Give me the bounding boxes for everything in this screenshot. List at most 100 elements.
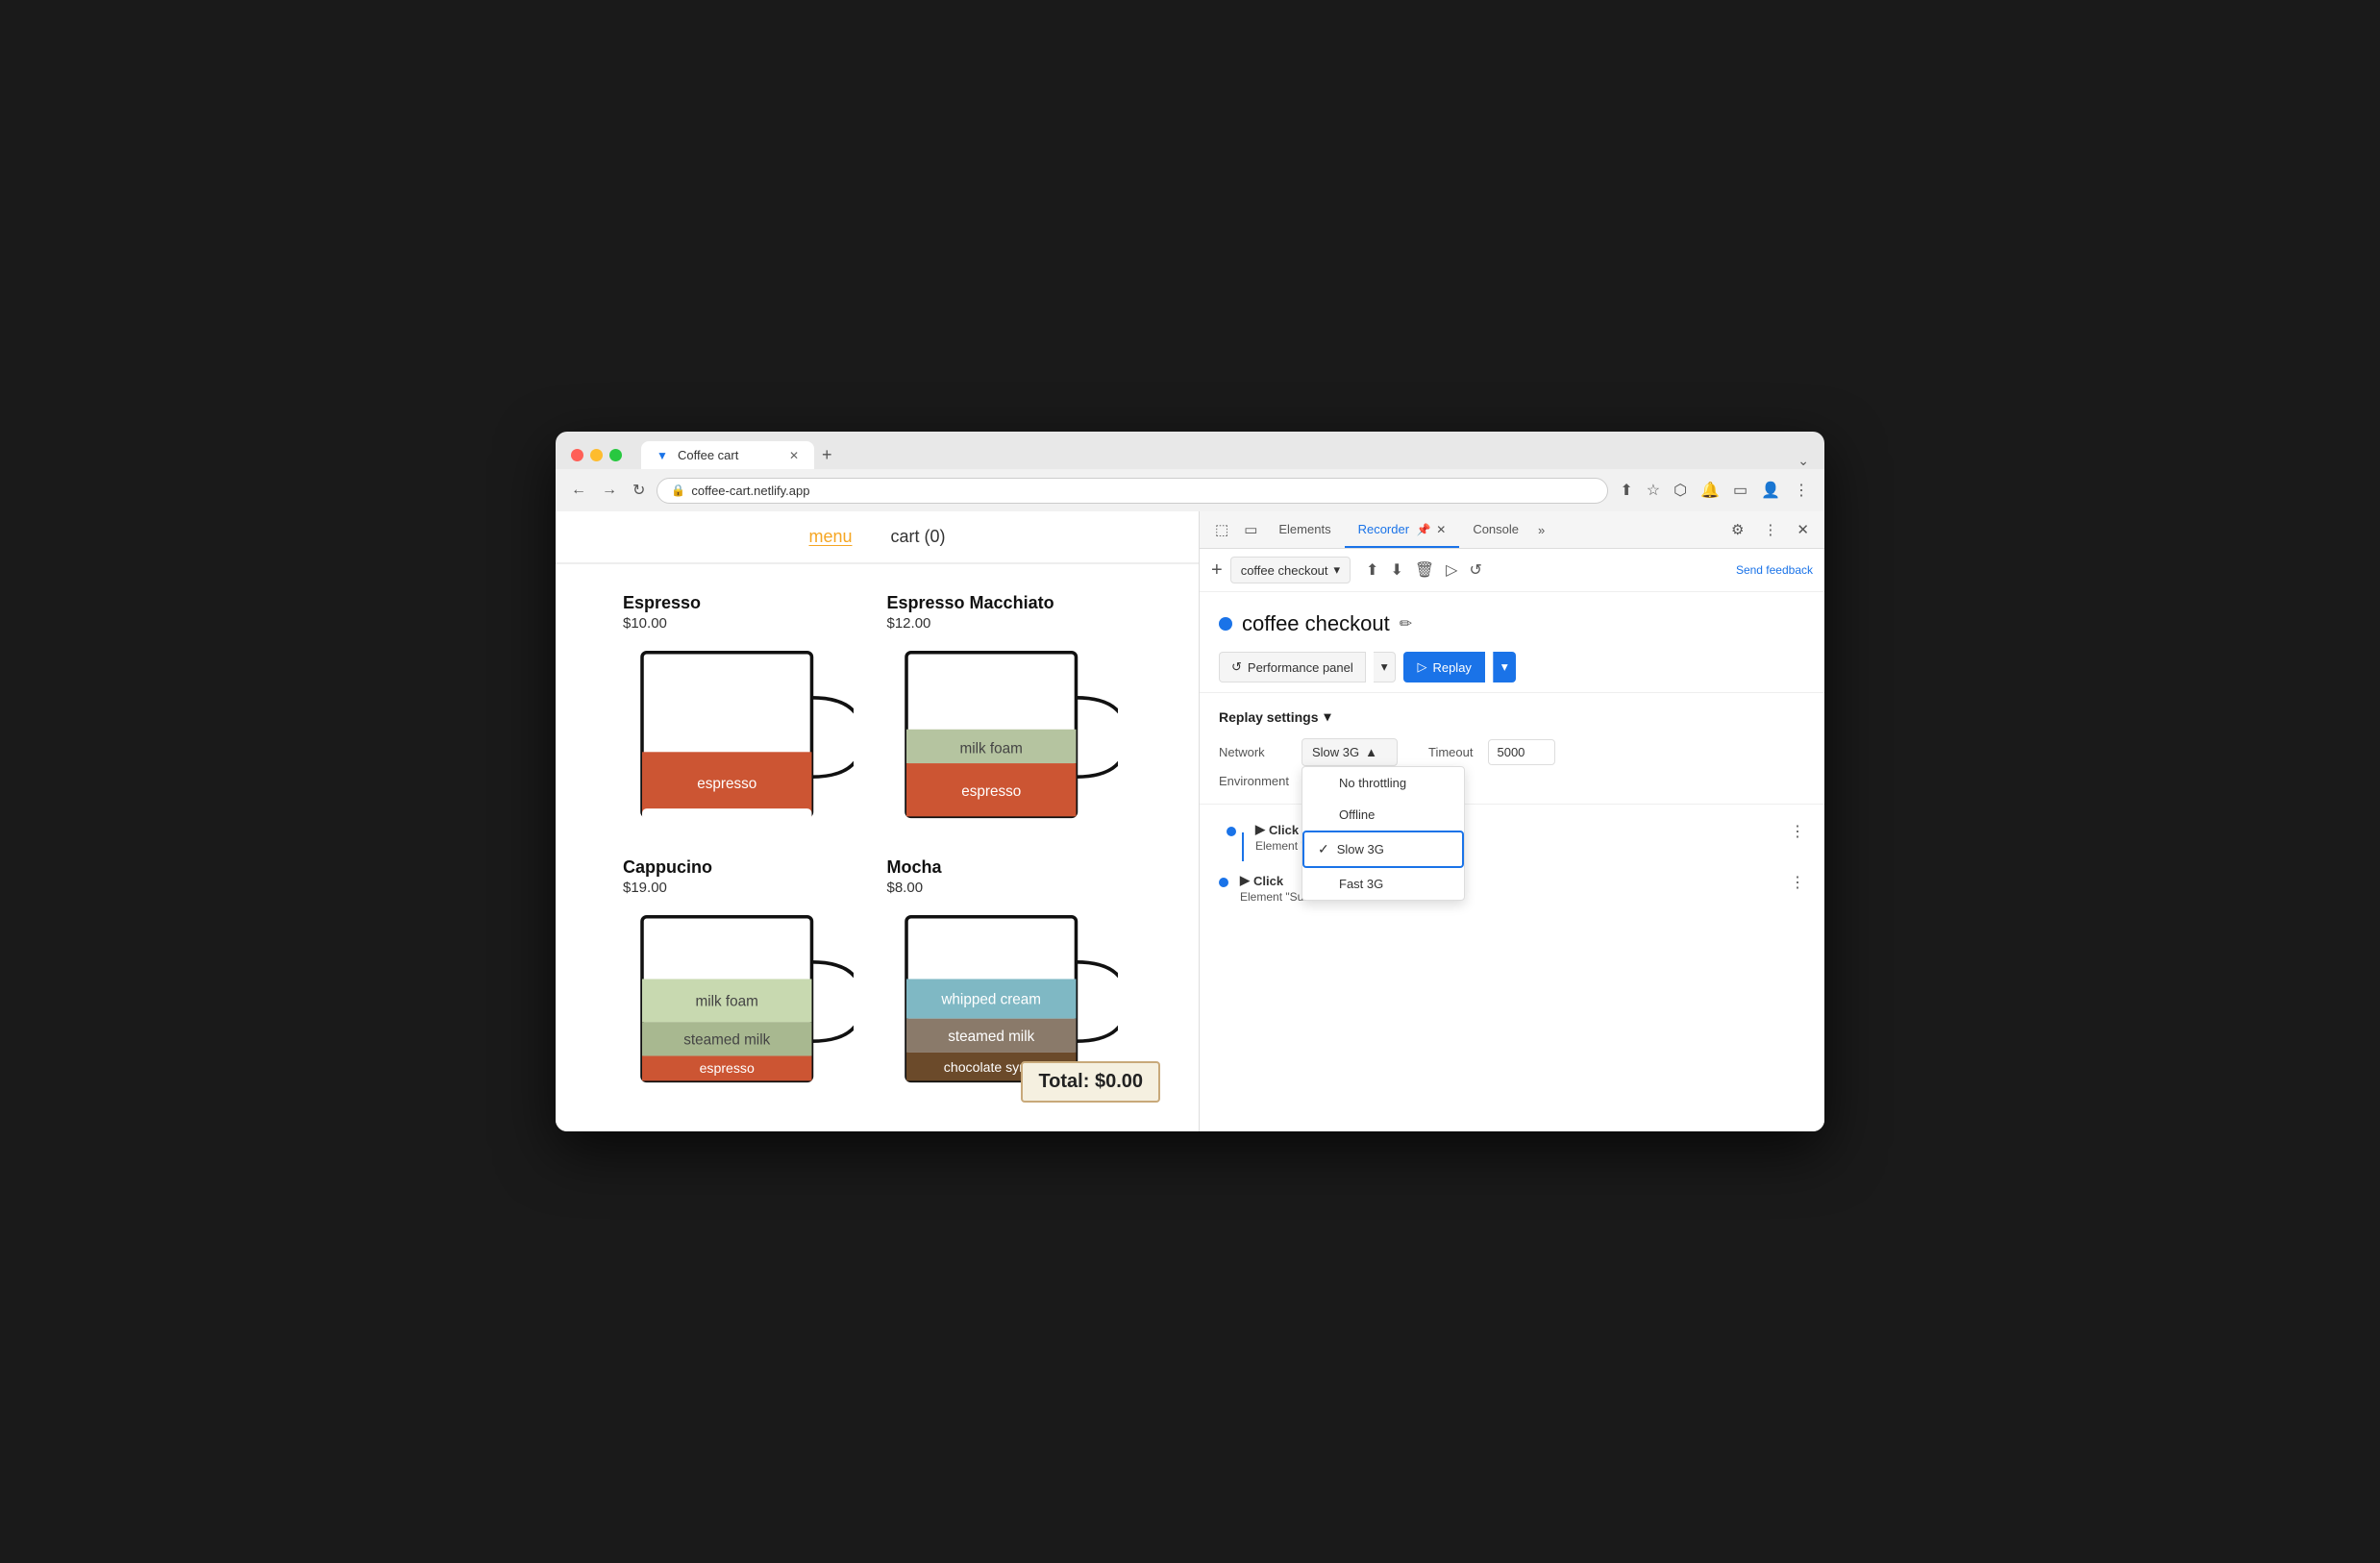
more-tabs-icon[interactable]: » [1532, 513, 1550, 547]
tab-close-icon[interactable]: ✕ [789, 449, 799, 462]
extensions-icon[interactable]: ⬡ [1670, 477, 1691, 504]
total-badge: Total: $0.00 [1021, 1061, 1160, 1103]
macchiato-mug: milk foam espresso [887, 641, 1118, 833]
download-button[interactable]: ⬇ [1386, 557, 1406, 583]
replay-label: Replay [1432, 660, 1471, 675]
event-item-2: ▶ Click Element "Submit" ⋮ [1200, 865, 1824, 911]
coffee-item-cappucino[interactable]: Cappucino $19.00 milk foam steamed milk [613, 848, 878, 1112]
delete-button[interactable]: 🗑 [1411, 557, 1438, 583]
recorder-close-icon[interactable]: ✕ [1436, 523, 1446, 536]
event-expand-icon-1[interactable]: ▶ [1255, 822, 1265, 837]
recording-header: coffee checkout ✏ ↺ Performance panel ▾ … [1200, 592, 1824, 693]
svg-text:espresso: espresso [961, 783, 1021, 800]
dropdown-item-no-throttling[interactable]: No throttling [1302, 767, 1464, 799]
event-type-label-1: Click [1269, 823, 1299, 837]
share-icon[interactable]: ⬆ [1616, 477, 1636, 504]
tab-elements[interactable]: Elements [1265, 512, 1344, 548]
browser-tab[interactable]: ▼ Coffee cart ✕ [641, 441, 814, 469]
cast-icon[interactable]: ▭ [1729, 477, 1751, 504]
offline-label: Offline [1339, 807, 1375, 822]
mocha-price: $8.00 [887, 880, 1132, 896]
bookmark-icon[interactable]: ☆ [1643, 477, 1664, 504]
main-area: menu cart (0) Espresso $10.00 [556, 511, 1824, 1131]
events-list: ▶ Click Element "Promotion message" ⋮ ▶ [1200, 805, 1824, 921]
event-expand-icon-2[interactable]: ▶ [1240, 873, 1250, 888]
devtools-more-icon[interactable]: ⋮ [1755, 511, 1785, 548]
close-button[interactable] [571, 449, 583, 461]
settings-icon[interactable]: ⚙ [1723, 511, 1751, 548]
coffee-item-macchiato[interactable]: Espresso Macchiato $12.00 milk foam espr… [878, 583, 1142, 848]
inspector-icon[interactable]: ⬚ [1207, 511, 1236, 548]
network-select[interactable]: Slow 3G ▲ [1302, 738, 1398, 766]
replay-arrow-button[interactable]: ▾ [1493, 652, 1516, 682]
event-item-1: ▶ Click Element "Promotion message" ⋮ [1200, 814, 1824, 865]
forward-button[interactable]: → [598, 478, 621, 503]
more-icon[interactable]: ⋮ [1790, 477, 1813, 504]
event-menu-icon-2[interactable]: ⋮ [1790, 873, 1805, 892]
browser-window: ▼ Coffee cart ✕ + ⌄ ← → ↻ 🔒 coffee-cart.… [556, 432, 1824, 1131]
replay-settings-title[interactable]: Replay settings ▾ [1219, 708, 1805, 725]
devtools-tabs: ⬚ ▭ Elements Recorder 📌 ✕ Console » ⚙ ⋮ [1200, 511, 1824, 549]
dropdown-item-offline[interactable]: Offline [1302, 799, 1464, 831]
dropdown-item-slow3g[interactable]: ✓ Slow 3G [1302, 831, 1464, 868]
play-button[interactable]: ▷ [1442, 557, 1461, 583]
upload-button[interactable]: ⬆ [1362, 557, 1382, 583]
event-dot-1 [1227, 827, 1236, 836]
devtools-settings-icons: ⚙ ⋮ ✕ [1723, 511, 1817, 548]
dropdown-item-fast3g[interactable]: Fast 3G [1302, 868, 1464, 900]
perf-panel-arrow-button[interactable]: ▾ [1374, 652, 1397, 682]
replay-settings: Replay settings ▾ Network Slow 3G ▲ [1200, 693, 1824, 805]
add-recording-button[interactable]: + [1211, 559, 1223, 582]
recording-title-row: coffee checkout ✏ [1219, 611, 1805, 636]
cart-nav-link[interactable]: cart (0) [891, 527, 946, 547]
cappucino-mug: milk foam steamed milk espresso [623, 906, 854, 1098]
menu-nav-link[interactable]: menu [808, 527, 852, 547]
minimize-button[interactable] [590, 449, 603, 461]
tab-recorder[interactable]: Recorder 📌 ✕ [1345, 512, 1460, 548]
recording-title: coffee checkout [1242, 611, 1390, 636]
devtools-close-icon[interactable]: ✕ [1789, 511, 1817, 548]
recording-selector[interactable]: coffee checkout ▾ [1230, 557, 1351, 583]
tab-title: Coffee cart [678, 448, 738, 462]
no-throttling-label: No throttling [1339, 776, 1406, 790]
espresso-mug: espresso [623, 641, 854, 833]
tab-console[interactable]: Console [1459, 512, 1532, 548]
refresh-button[interactable]: ↻ [629, 477, 649, 504]
coffee-grid: Espresso $10.00 espresso [556, 564, 1199, 1131]
replay-button[interactable]: ▷ Replay [1403, 652, 1484, 682]
profile-icon[interactable]: 👤 [1757, 477, 1784, 504]
tab-favicon-icon: ▼ [657, 449, 670, 462]
svg-text:espresso: espresso [697, 776, 756, 792]
event-dot-2 [1219, 878, 1228, 887]
recording-status-dot [1219, 617, 1232, 631]
edit-recording-icon[interactable]: ✏ [1400, 614, 1412, 633]
recorder-icon-group: ⬆ ⬇ 🗑 ▷ ↺ [1362, 557, 1486, 583]
address-bar[interactable]: 🔒 coffee-cart.netlify.app [657, 478, 1608, 504]
performance-panel-button[interactable]: ↺ Performance panel [1219, 652, 1366, 682]
perf-panel-label: Performance panel [1248, 660, 1353, 675]
notification-icon[interactable]: 🔔 [1697, 477, 1723, 504]
maximize-button[interactable] [609, 449, 622, 461]
tab-menu-icon[interactable]: ⌄ [1797, 453, 1809, 469]
timeout-input[interactable] [1488, 739, 1555, 765]
recorder-badge-icon: 📌 [1417, 523, 1431, 536]
event-line-1 [1242, 832, 1244, 861]
back-button[interactable]: ← [567, 478, 590, 503]
event-type-label-2: Click [1253, 874, 1283, 888]
event-menu-icon-1[interactable]: ⋮ [1790, 822, 1805, 841]
slow3g-label: Slow 3G [1337, 842, 1384, 856]
devtools-panel: ⬚ ▭ Elements Recorder 📌 ✕ Console » ⚙ ⋮ [1200, 511, 1824, 1131]
new-tab-button[interactable]: + [814, 441, 840, 469]
coffee-item-mocha[interactable]: Mocha $8.00 whipped cream steamed milk [878, 848, 1142, 1112]
svg-text:espresso: espresso [700, 1060, 755, 1076]
lock-icon: 🔒 [671, 484, 685, 497]
svg-text:steamed milk: steamed milk [683, 1032, 770, 1049]
network-value: Slow 3G [1312, 745, 1359, 759]
title-bar: ▼ Coffee cart ✕ + ⌄ [556, 432, 1824, 469]
espresso-price: $10.00 [623, 615, 868, 632]
device-icon[interactable]: ▭ [1236, 511, 1265, 548]
network-setting-row: Network Slow 3G ▲ No throttling [1219, 738, 1805, 766]
history-button[interactable]: ↺ [1465, 557, 1485, 583]
send-feedback-link[interactable]: Send feedback [1736, 563, 1813, 577]
coffee-item-espresso[interactable]: Espresso $10.00 espresso [613, 583, 878, 848]
